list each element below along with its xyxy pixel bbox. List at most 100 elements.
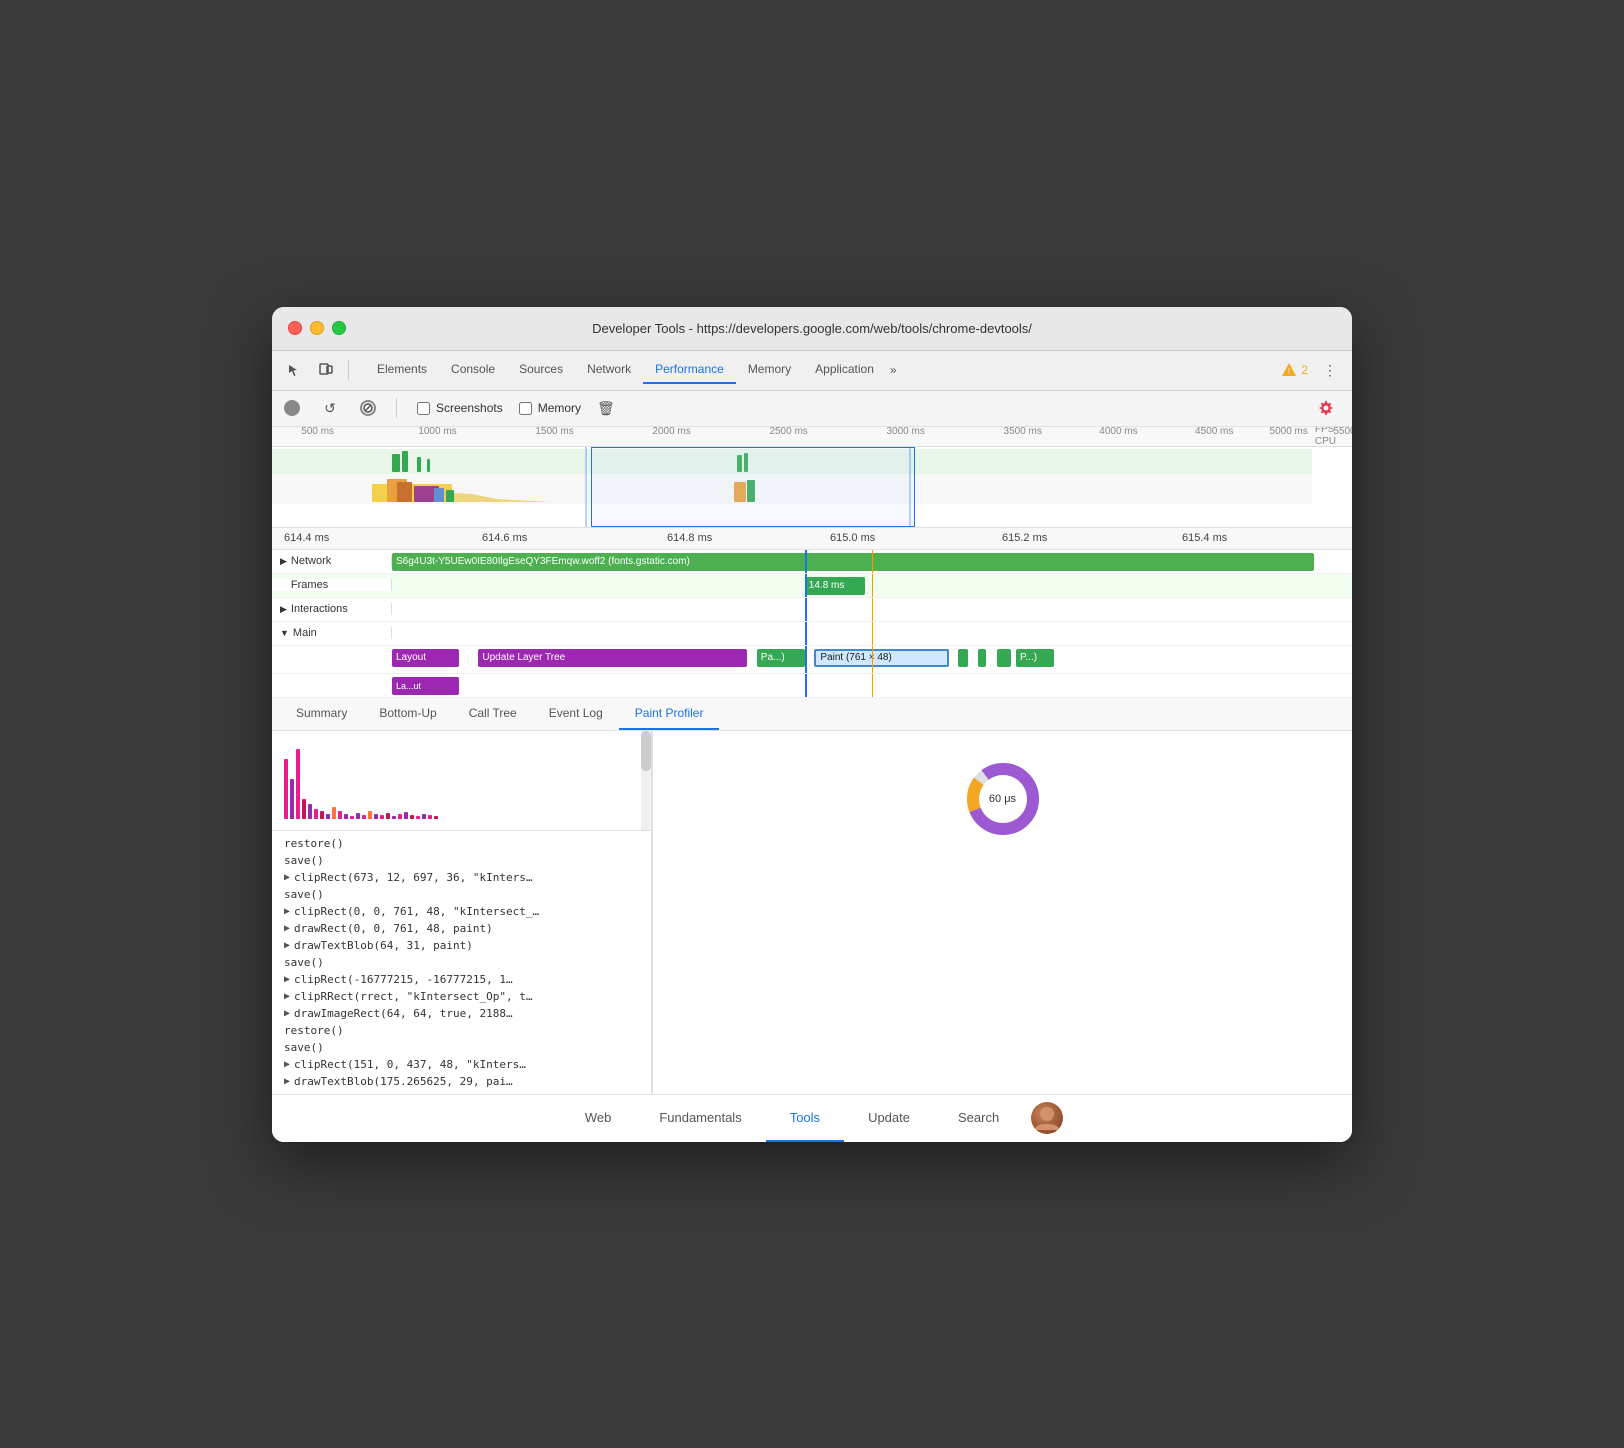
site-tab-web[interactable]: Web: [561, 1095, 636, 1142]
bar-8: [326, 814, 330, 819]
warning-badge[interactable]: ! 2: [1281, 362, 1308, 378]
cmd-save-2[interactable]: save(): [272, 886, 651, 903]
cmd-drawtextblob-1[interactable]: ▶ drawTextBlob(64, 31, paint): [272, 937, 651, 954]
minimize-button[interactable]: [310, 321, 324, 335]
ruler-mark-2000: 2000 ms: [652, 427, 690, 438]
ruler-mark-4500: 4500 ms: [1195, 427, 1233, 438]
cmd-save-4[interactable]: save(): [272, 1039, 651, 1056]
cpu-label: CPU: [1315, 436, 1336, 447]
screenshots-checkbox[interactable]: [417, 402, 430, 415]
maximize-button[interactable]: [332, 321, 346, 335]
chart-scrollbar[interactable]: [641, 731, 651, 830]
pa-block[interactable]: Pa...): [757, 649, 805, 667]
small-block-1[interactable]: [958, 649, 968, 667]
tab-summary[interactable]: Summary: [280, 698, 363, 730]
network-block[interactable]: S6g4U3t-Y5UEw0IE80IlgEseQY3FEmqw.woff2 (…: [392, 553, 1314, 571]
refresh-icon[interactable]: ↺: [316, 394, 344, 422]
tab-call-tree[interactable]: Call Tree: [453, 698, 533, 730]
interactions-label[interactable]: ▶ Interactions: [272, 603, 392, 615]
layout-block[interactable]: Layout: [392, 649, 459, 667]
memory-checkbox-item[interactable]: Memory: [519, 401, 581, 415]
main-content-empty: [392, 622, 1352, 645]
main-blocks-row: Layout Update Layer Tree Pa...) Paint (7…: [272, 646, 1352, 674]
tab-performance[interactable]: Performance: [643, 356, 736, 384]
screenshots-checkbox-item[interactable]: Screenshots: [417, 401, 503, 415]
cmd-cliprrect[interactable]: ▶ clipRRect(rrect, "kIntersect_Op", t…: [272, 988, 651, 1005]
cmd-restore-1[interactable]: restore(): [272, 835, 651, 852]
cmd-cliprect-2[interactable]: ▶ clipRect(0, 0, 761, 48, "kIntersect_…: [272, 903, 651, 920]
orange-marker-frames: [872, 574, 873, 597]
chart-scrollbar-thumb[interactable]: [641, 731, 651, 771]
layout-sub-content: La...ut: [392, 674, 1352, 697]
preview-area: 60 μs: [652, 731, 1352, 1094]
clear-button[interactable]: 🗑: [597, 400, 615, 417]
cmd-drawtextblob-2[interactable]: ▶ drawTextBlob(175.265625, 29, pai…: [272, 1073, 651, 1090]
bar-16: [374, 814, 378, 819]
more-menu-icon[interactable]: ⋮: [1316, 356, 1344, 384]
main-label[interactable]: ▼ Main: [272, 627, 392, 639]
paint-chart: [272, 731, 651, 831]
tab-console[interactable]: Console: [439, 356, 507, 384]
separator: [348, 360, 349, 380]
layout-sub-block[interactable]: La...ut: [392, 677, 459, 695]
blue-marker-sub: [805, 674, 807, 697]
orange-marker-line: [872, 550, 873, 573]
paint-block[interactable]: Paint (761 × 48): [814, 649, 948, 667]
memory-checkbox[interactable]: [519, 402, 532, 415]
orange-marker-interactions: [872, 598, 873, 621]
bar-13: [356, 813, 360, 819]
bar-24: [422, 814, 426, 819]
tab-network[interactable]: Network: [575, 356, 643, 384]
website-toolbar: Web Fundamentals Tools Update Search: [272, 1094, 1352, 1142]
cmd-save-1[interactable]: save(): [272, 852, 651, 869]
time-614.8: 614.8 ms: [667, 532, 712, 544]
warning-count: 2: [1301, 363, 1308, 377]
close-button[interactable]: [288, 321, 302, 335]
cmd-cliprect-3[interactable]: ▶ clipRect(-16777215, -16777215, 1…: [272, 971, 651, 988]
bar-7: [320, 811, 324, 819]
cmd-restore-2[interactable]: restore(): [272, 1022, 651, 1039]
devtools-window: Developer Tools - https://developers.goo…: [272, 307, 1352, 1142]
tab-sources[interactable]: Sources: [507, 356, 575, 384]
update-layer-block[interactable]: Update Layer Tree: [478, 649, 747, 667]
tab-event-log[interactable]: Event Log: [533, 698, 619, 730]
title-bar: Developer Tools - https://developers.goo…: [272, 307, 1352, 351]
frame-block[interactable]: 14.8 ms: [805, 577, 865, 595]
site-tab-fundamentals[interactable]: Fundamentals: [635, 1095, 765, 1142]
tab-elements[interactable]: Elements: [365, 356, 439, 384]
site-tab-tools[interactable]: Tools: [766, 1095, 844, 1142]
cmd-cliprect-1[interactable]: ▶ clipRect(673, 12, 697, 36, "kInters…: [272, 869, 651, 886]
cmd-cliprect-4[interactable]: ▶ clipRect(151, 0, 437, 48, "kInters…: [272, 1056, 651, 1073]
bottom-panel: Summary Bottom-Up Call Tree Event Log Pa…: [272, 698, 1352, 1142]
network-label[interactable]: ▶ Network: [272, 555, 392, 567]
more-tabs[interactable]: »: [886, 357, 901, 383]
user-avatar[interactable]: [1031, 1102, 1063, 1134]
bar-12: [350, 816, 354, 819]
tab-memory[interactable]: Memory: [736, 356, 803, 384]
settings-icon[interactable]: [1312, 394, 1340, 422]
time-615.2: 615.2 ms: [1002, 532, 1047, 544]
tab-paint-profiler[interactable]: Paint Profiler: [619, 698, 720, 730]
tab-bottom-up[interactable]: Bottom-Up: [363, 698, 452, 730]
cursor-icon[interactable]: [280, 356, 308, 384]
blue-marker-frames: [805, 574, 807, 597]
network-row: ▶ Network S6g4U3t-Y5UEw0IE80IlgEseQY3FEm…: [272, 550, 1352, 574]
frames-label[interactable]: ▶ Frames: [272, 579, 392, 591]
ruler-mark-5000: 5000 ms: [1270, 427, 1308, 438]
small-block-2[interactable]: [978, 649, 986, 667]
p-block[interactable]: P...): [1016, 649, 1054, 667]
cmd-save-3[interactable]: save(): [272, 954, 651, 971]
device-icon[interactable]: [312, 356, 340, 384]
site-tab-search[interactable]: Search: [934, 1095, 1023, 1142]
stop-icon[interactable]: [360, 400, 376, 416]
sub-toolbar: ↺ Screenshots Memory 🗑: [272, 391, 1352, 427]
bar-14: [362, 815, 366, 819]
record-button[interactable]: [284, 400, 300, 416]
small-block-3[interactable]: [997, 649, 1011, 667]
layout-sub-row: La...ut: [272, 674, 1352, 698]
site-tab-update[interactable]: Update: [844, 1095, 934, 1142]
cmd-drawrect[interactable]: ▶ drawRect(0, 0, 761, 48, paint): [272, 920, 651, 937]
interactions-content: [392, 598, 1352, 621]
cmd-drawimagerect[interactable]: ▶ drawImageRect(64, 64, true, 2188…: [272, 1005, 651, 1022]
tab-application[interactable]: Application: [803, 356, 886, 384]
